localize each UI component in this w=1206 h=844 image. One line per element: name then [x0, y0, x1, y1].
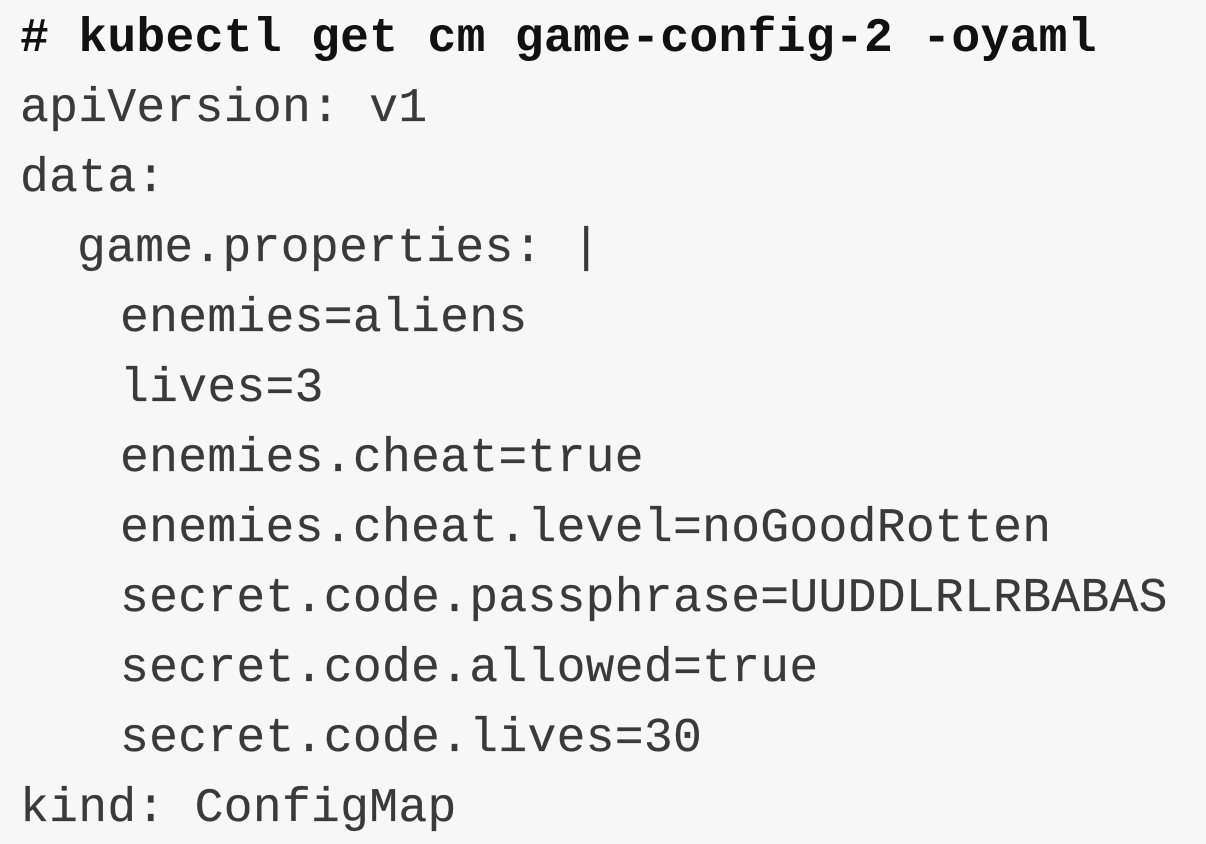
kubectl-command-line: # kubectl get cm game-config-2 -oyaml [20, 12, 1097, 66]
yaml-enemies-line: enemies=aliens [120, 292, 528, 346]
yaml-api-version-line: apiVersion: v1 [20, 82, 428, 136]
yaml-secret-code-allowed-line: secret.code.allowed=true [120, 642, 819, 696]
yaml-secret-code-lives-line: secret.code.lives=30 [120, 712, 703, 766]
yaml-data-key-line: data: [20, 152, 166, 206]
terminal-output: # kubectl get cm game-config-2 -oyaml ap… [0, 0, 1206, 836]
yaml-game-properties-line: game.properties: | [77, 222, 601, 276]
yaml-lives-line: lives=3 [120, 362, 324, 416]
yaml-enemies-cheat-level-line: enemies.cheat.level=noGoodRotten [120, 502, 1052, 556]
yaml-enemies-cheat-line: enemies.cheat=true [120, 432, 644, 486]
yaml-secret-code-passphrase-line: secret.code.passphrase=UUDDLRLRBABAS [120, 572, 1168, 626]
yaml-kind-line: kind: ConfigMap [20, 782, 457, 836]
